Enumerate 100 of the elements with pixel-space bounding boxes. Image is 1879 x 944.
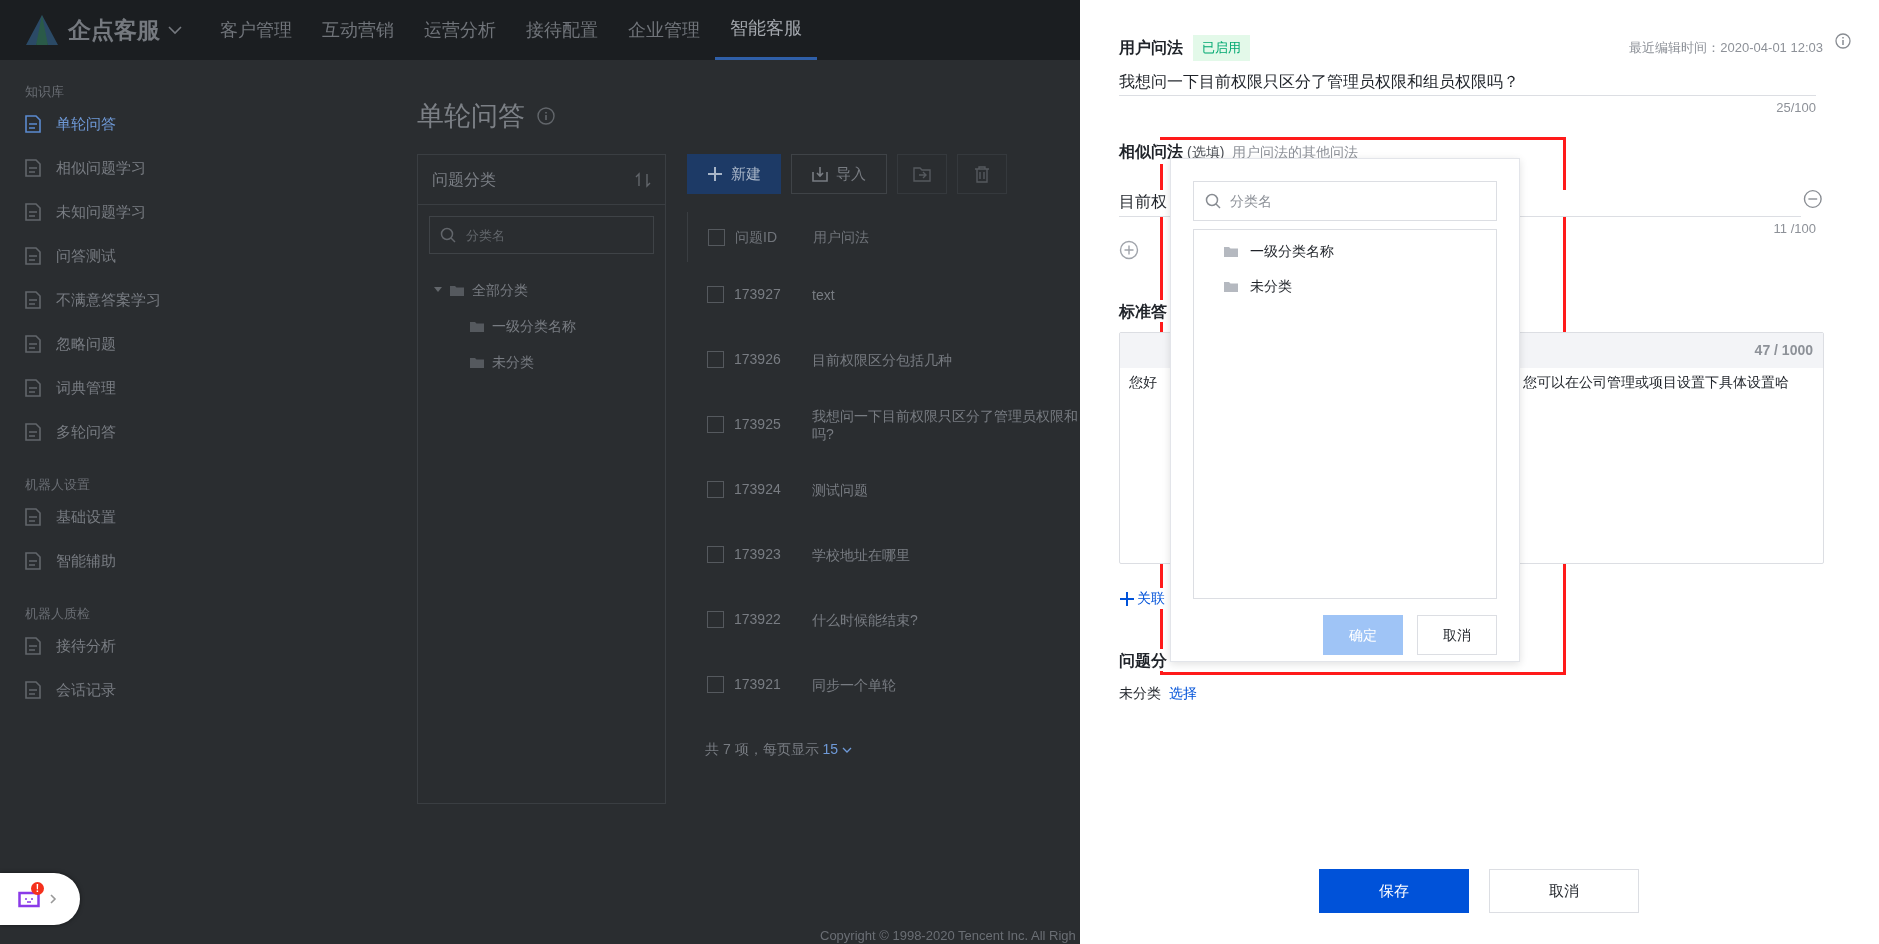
tree-item[interactable]: 未分类 — [1194, 269, 1496, 304]
document-icon — [25, 508, 41, 526]
plus-circle-icon — [1119, 240, 1139, 260]
info-icon — [1835, 33, 1851, 49]
sidebar-item[interactable]: 多轮问答 — [25, 410, 400, 454]
cancel-button[interactable]: 取消 — [1417, 615, 1497, 655]
page-title: 单轮问答 — [417, 99, 525, 133]
search-icon — [440, 227, 456, 243]
document-icon — [25, 159, 41, 177]
move-button[interactable] — [897, 154, 947, 194]
table-cell-text: 学校地址在哪里 — [812, 545, 910, 564]
select-link[interactable]: 选择 — [1169, 683, 1197, 704]
document-icon — [25, 203, 41, 221]
checkbox[interactable] — [707, 351, 724, 368]
delete-button[interactable] — [957, 154, 1007, 194]
sort-icon — [635, 171, 651, 188]
plus-icon — [1119, 590, 1135, 607]
document-icon — [25, 552, 41, 570]
nav-tab[interactable]: 互动营销 — [307, 0, 409, 60]
sidebar-item[interactable]: 不满意答案学习 — [25, 278, 400, 322]
folder-arrow-icon — [913, 166, 931, 182]
sidebar-item[interactable]: 智能辅助 — [25, 539, 400, 583]
document-icon — [25, 423, 41, 441]
page-size-select[interactable]: 15 — [822, 739, 853, 760]
chevron-down-icon — [168, 25, 182, 35]
document-icon — [25, 115, 41, 133]
table-cell-text: 173923 — [734, 545, 782, 564]
sidebar-item[interactable]: 未知问题学习 — [25, 190, 400, 234]
document-icon — [25, 379, 41, 397]
sidebar-group-title: 机器人设置 — [25, 476, 91, 494]
save-button[interactable]: 保存 — [1319, 869, 1469, 913]
character-counter: 47 / 1000 — [1754, 341, 1813, 360]
last-edited-text: 最近编辑时间：2020-04-01 12:03 — [1629, 39, 1823, 58]
character-counter: 11 /100 — [1772, 219, 1816, 238]
sidebar-item[interactable]: 会话记录 — [25, 668, 400, 712]
new-button[interactable]: 新建 — [687, 154, 781, 194]
checkbox[interactable] — [707, 416, 724, 433]
sidebar-group-title: 知识库 — [25, 83, 65, 101]
column-header: 问题ID — [735, 227, 778, 247]
status-tag: 已启用 — [1193, 35, 1250, 61]
sidebar-item[interactable]: 忽略问题 — [25, 322, 400, 366]
pagination-summary: 共 7 项，每页显示 — [705, 740, 819, 759]
table-cell-text: 目前权限区分包括几种 — [812, 350, 952, 369]
assistant-widget[interactable]: ! — [0, 873, 80, 925]
copyright-text: Copyright © 1998-2020 Tencent Inc. All Righ — [820, 927, 1077, 944]
info-icon — [537, 107, 555, 125]
field-label: 相似问法 — [1119, 139, 1183, 164]
import-button[interactable]: 导入 — [791, 154, 887, 194]
nav-tab[interactable]: 智能客服 — [715, 0, 817, 60]
trash-icon — [974, 165, 990, 183]
nav-tab[interactable]: 运营分析 — [409, 0, 511, 60]
download-icon — [812, 166, 828, 182]
folder-icon — [1224, 246, 1238, 257]
logo-icon — [24, 13, 60, 47]
tree-item[interactable]: 一级分类名称 — [1194, 234, 1496, 269]
link[interactable]: 关联 — [1119, 588, 1165, 609]
folder-icon — [1224, 281, 1238, 292]
chevron-down-icon — [842, 746, 853, 753]
checkbox[interactable] — [708, 228, 725, 246]
question-input[interactable]: 我想问一下目前权限只区分了管理员权限和组员权限吗？ — [1119, 70, 1816, 96]
chevron-right-icon — [50, 894, 57, 904]
table-cell-text: 173925 — [734, 415, 782, 434]
answer-text: 您好 — [1129, 373, 1158, 392]
nav-tab[interactable]: 接待配置 — [511, 0, 613, 60]
alert-badge: ! — [31, 882, 44, 895]
cancel-button[interactable]: 取消 — [1489, 869, 1639, 913]
tree-item[interactable]: 未分类 — [434, 344, 665, 380]
checkbox[interactable] — [707, 286, 724, 303]
checkbox[interactable] — [707, 546, 724, 563]
tree-item[interactable]: 全部分类 — [434, 272, 665, 308]
sidebar-item[interactable]: 问答测试 — [25, 234, 400, 278]
folder-icon — [470, 356, 484, 368]
character-counter: 25/100 — [1775, 99, 1816, 117]
tree-item[interactable]: 一级分类名称 — [434, 308, 665, 344]
search-field[interactable]: 分类名 — [429, 216, 654, 254]
field-label: 问题分 — [1119, 649, 1167, 671]
checkbox[interactable] — [707, 611, 724, 628]
column-header: 用户问法 — [813, 227, 869, 247]
field-label: 用户问法 — [1119, 38, 1183, 58]
folder-icon — [470, 320, 484, 332]
table-cell-text: 测试问题 — [812, 480, 868, 499]
field-label: 标准答 — [1119, 300, 1167, 322]
nav-tab[interactable]: 客户管理 — [205, 0, 307, 60]
nav-tab[interactable]: 企业管理 — [613, 0, 715, 60]
document-icon — [25, 335, 41, 353]
sidebar-item[interactable]: 接待分析 — [25, 624, 400, 668]
table-cell-text: 173926 — [734, 350, 782, 369]
table-cell-text: 173921 — [734, 675, 782, 694]
sidebar-item[interactable]: 相似问题学习 — [25, 146, 400, 190]
answer-text: 您可以在公司管理或项目设置下具体设置哈 — [1523, 373, 1789, 392]
table-cell-text: 吗? — [812, 424, 835, 443]
minus-circle-icon — [1803, 189, 1823, 209]
table-cell-text: 什么时候能结束? — [812, 610, 918, 629]
search-icon — [1205, 193, 1221, 209]
sidebar-item[interactable]: 基础设置 — [25, 495, 400, 539]
checkbox[interactable] — [707, 481, 724, 498]
sidebar-item[interactable]: 词典管理 — [25, 366, 400, 410]
folder-icon — [450, 284, 464, 296]
sidebar-item[interactable]: 单轮问答 — [25, 102, 400, 146]
checkbox[interactable] — [707, 676, 724, 693]
